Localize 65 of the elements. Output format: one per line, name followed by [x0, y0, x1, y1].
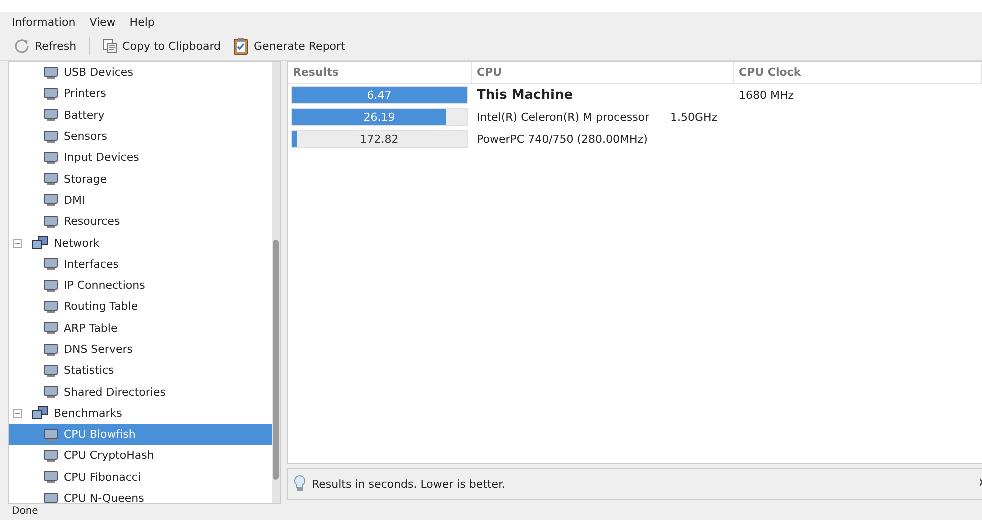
tree-item[interactable]: Input Devices [9, 147, 272, 168]
device-icon [43, 384, 59, 400]
tree-item[interactable]: DNS Servers [9, 338, 272, 360]
info-message: Results in seconds. Lower is better. [312, 478, 506, 490]
tree-item[interactable]: USB Devices [9, 62, 272, 84]
tree-item[interactable]: DMI [9, 190, 272, 212]
computers-icon [31, 405, 49, 422]
collapse-icon[interactable] [13, 238, 22, 248]
documents-icon [102, 38, 118, 54]
device-icon [43, 320, 59, 336]
tree-item[interactable]: Interfaces [9, 254, 272, 275]
result-value: 172.82 [360, 132, 399, 146]
toolbar-button[interactable]: Generate Report [229, 35, 350, 57]
cpu-clock: 1680 MHz [738, 88, 796, 102]
tree-item[interactable]: IP Connections [9, 274, 272, 296]
collapse-icon[interactable] [13, 408, 22, 418]
cpu-name: PowerPC 740/750 (280.00MHz) [476, 132, 649, 146]
computers-icon [31, 235, 49, 252]
status-text: Done [12, 506, 38, 517]
cpu-name: This Machine [476, 88, 574, 102]
tree-item[interactable]: Storage [9, 168, 272, 190]
device-icon [43, 192, 59, 208]
refresh-icon [14, 38, 30, 54]
column-header[interactable]: CPU [472, 62, 734, 84]
device-icon [43, 128, 59, 145]
column-header[interactable]: Results [288, 62, 472, 84]
tree-item[interactable]: Network [9, 232, 272, 254]
device-icon [43, 256, 59, 272]
toolbar-button[interactable]: Refresh [10, 36, 81, 56]
device-icon [43, 214, 59, 230]
menu-item[interactable]: Help [124, 14, 161, 30]
tree-item[interactable]: Sensors [9, 126, 272, 148]
tree-item[interactable]: Resources [9, 211, 272, 232]
device-icon [43, 469, 59, 486]
tree-item[interactable]: Benchmarks [9, 402, 272, 424]
device-icon [43, 298, 59, 315]
result-value: 26.19 [364, 110, 396, 124]
device-icon [43, 150, 59, 166]
tree-item[interactable]: CPU CryptoHash [9, 445, 272, 467]
cpu-name: Intel(R) Celeron(R) M processor 1.50GHz [476, 110, 719, 124]
device-icon [43, 86, 59, 102]
tree-item[interactable]: ARP Table [9, 318, 272, 339]
device-icon [43, 171, 59, 188]
device-icon [43, 107, 59, 124]
tree-item[interactable]: Battery [9, 104, 272, 126]
device-icon [43, 64, 59, 81]
device-icon [43, 490, 59, 503]
device-icon [43, 448, 59, 464]
tree-item[interactable]: Shared Directories [9, 381, 272, 403]
tree-item[interactable]: Routing Table [9, 296, 272, 318]
lightbulb-icon [294, 475, 306, 493]
device-icon [43, 278, 59, 294]
result-value: 6.47 [367, 88, 392, 102]
column-header[interactable]: CPU Clock [734, 62, 982, 84]
scrollbar-thumb[interactable] [273, 240, 279, 480]
tree-item[interactable]: Statistics [9, 360, 272, 382]
toolbar-button[interactable]: Copy to Clipboard [98, 36, 226, 56]
tree-item[interactable]: CPU Fibonacci [9, 466, 272, 488]
menu-item[interactable]: View [84, 14, 122, 30]
device-icon [43, 426, 59, 443]
menu-item[interactable]: Information [6, 14, 82, 30]
device-icon [43, 342, 59, 358]
device-icon [43, 362, 59, 379]
tree-item[interactable]: Printers [9, 83, 272, 105]
clipboard-icon [233, 37, 250, 55]
